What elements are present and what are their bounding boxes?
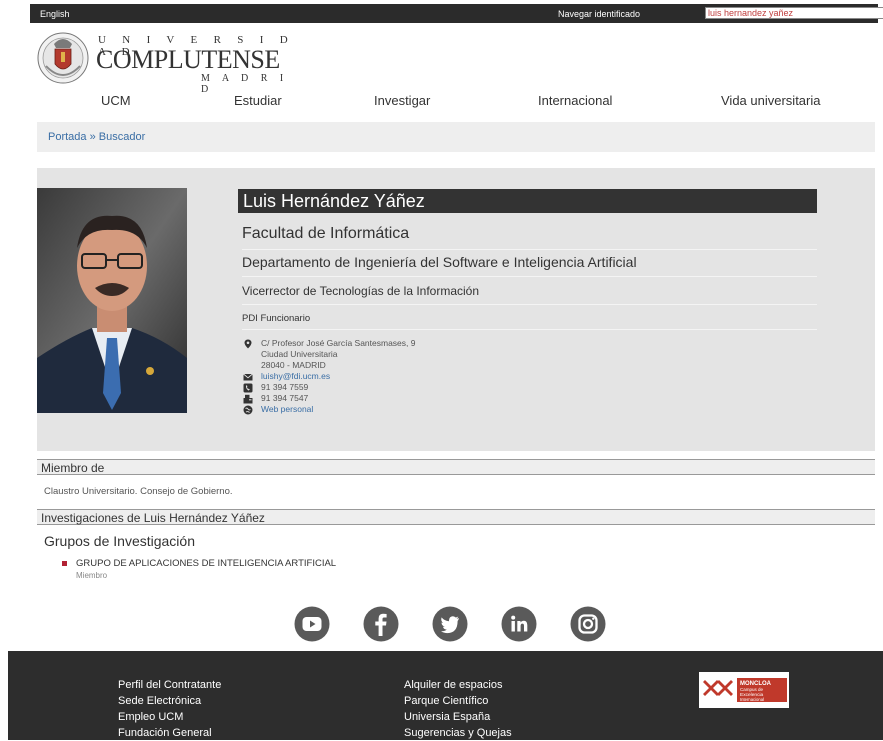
profile-faculty: Facultad de Informática (242, 225, 817, 250)
nav-item-estudiar[interactable]: Estudiar (234, 93, 282, 108)
footer-link-perfil-contratante[interactable]: Perfil del Contratante (118, 677, 221, 693)
nav-item-ucm[interactable]: UCM (101, 93, 131, 108)
phone-number: 91 394 7559 (261, 382, 309, 392)
nav-item-vida-universitaria[interactable]: Vida universitaria (721, 93, 820, 108)
logo-madrid: M A D R I D (201, 73, 289, 95)
fax-number: 91 394 7547 (261, 393, 309, 403)
linkedin-icon[interactable] (501, 606, 537, 642)
footer-link-sugerencias[interactable]: Sugerencias y Quejas (404, 725, 512, 741)
research-heading: Investigaciones de Luis Hernández Yáñez (37, 509, 875, 525)
envelope-icon (243, 373, 253, 381)
email-link[interactable]: luishy@fdi.ucm.es (261, 371, 330, 381)
logo-complutense: COMPLUTENSE (96, 45, 280, 74)
globe-icon (243, 405, 253, 415)
english-link[interactable]: English (40, 9, 70, 19)
phone-line: 91 394 7559 (243, 382, 415, 393)
profile-category: PDI Funcionario (242, 313, 817, 330)
footer-link-alquiler-espacios[interactable]: Alquiler de espacios (404, 677, 512, 693)
contact-info: C/ Profesor José García Santesmases, 9 C… (243, 338, 415, 415)
main-nav: UCM Estudiar Investigar Internacional Vi… (30, 93, 878, 113)
instagram-icon[interactable] (570, 606, 606, 642)
navegar-identificado-link[interactable]: Navegar identificado (558, 9, 640, 19)
profile-name: Luis Hernández Yáñez (238, 189, 817, 213)
member-heading: Miembro de (37, 459, 875, 475)
address-city: 28040 - MADRID (261, 360, 326, 370)
web-line: Web personal (243, 404, 415, 415)
moncloa-logo-icon (703, 680, 733, 696)
facebook-icon[interactable] (363, 606, 399, 642)
badge-campus: Campus de (740, 687, 764, 692)
groups-title: Grupos de Investigación (44, 533, 195, 549)
email-line: luishy@fdi.ucm.es (243, 371, 415, 382)
youtube-icon[interactable] (294, 606, 330, 642)
address-line-3: 28040 - MADRID (243, 360, 415, 371)
group-role: Miembro (76, 571, 108, 580)
footer-links-col2: Alquiler de espacios Parque Científico U… (404, 677, 512, 741)
group-name-link[interactable]: GRUPO DE APLICACIONES DE INTELIGENCIA AR… (76, 558, 336, 569)
address-line: C/ Profesor José García Santesmases, 9 (243, 338, 415, 349)
footer-link-parque-cientifico[interactable]: Parque Científico (404, 693, 512, 709)
breadcrumb[interactable]: Portada » Buscador (37, 122, 875, 152)
bullet-icon (62, 561, 67, 566)
map-marker-icon (244, 339, 252, 349)
twitter-icon[interactable] (432, 606, 468, 642)
top-bar: English Navegar identificado luis hernan… (30, 4, 883, 23)
fax-icon (243, 394, 253, 404)
footer-link-universia[interactable]: Universia España (404, 709, 512, 725)
nav-item-internacional[interactable]: Internacional (538, 93, 612, 108)
moncloa-campus-badge[interactable]: MONCLOA Campus de Excelencia Internacion… (699, 672, 789, 708)
footer-link-fundacion-general[interactable]: Fundación General (118, 725, 221, 741)
profile-position: Vicerrector de Tecnologías de la Informa… (242, 284, 817, 305)
footer-links-col1: Perfil del Contratante Sede Electrónica … (118, 677, 221, 741)
web-personal-link[interactable]: Web personal (261, 404, 313, 414)
fax-line: 91 394 7547 (243, 393, 415, 404)
phone-icon (243, 383, 253, 393)
footer: Perfil del Contratante Sede Electrónica … (8, 651, 883, 740)
footer-link-empleo-ucm[interactable]: Empleo UCM (118, 709, 221, 725)
badge-internacional: Internacional (740, 697, 764, 702)
profile-card: Luis Hernández Yáñez Facultad de Informá… (37, 168, 875, 451)
address-street: C/ Profesor José García Santesmases, 9 (261, 338, 416, 348)
address-line-2: Ciudad Universitaria (243, 349, 415, 360)
profile-photo (37, 188, 187, 413)
university-seal-icon (37, 32, 89, 84)
member-text: Claustro Universitario. Consejo de Gobie… (44, 486, 233, 497)
address-campus: Ciudad Universitaria (261, 349, 338, 359)
profile-department: Departamento de Ingeniería del Software … (242, 254, 817, 277)
nav-item-investigar[interactable]: Investigar (374, 93, 430, 108)
ucm-logo[interactable]: U N I V E R S I D A D COMPLUTENSE M A D … (36, 26, 296, 95)
footer-link-sede-electronica[interactable]: Sede Electrónica (118, 693, 221, 709)
search-input[interactable]: luis hernandez yañez (705, 7, 883, 19)
